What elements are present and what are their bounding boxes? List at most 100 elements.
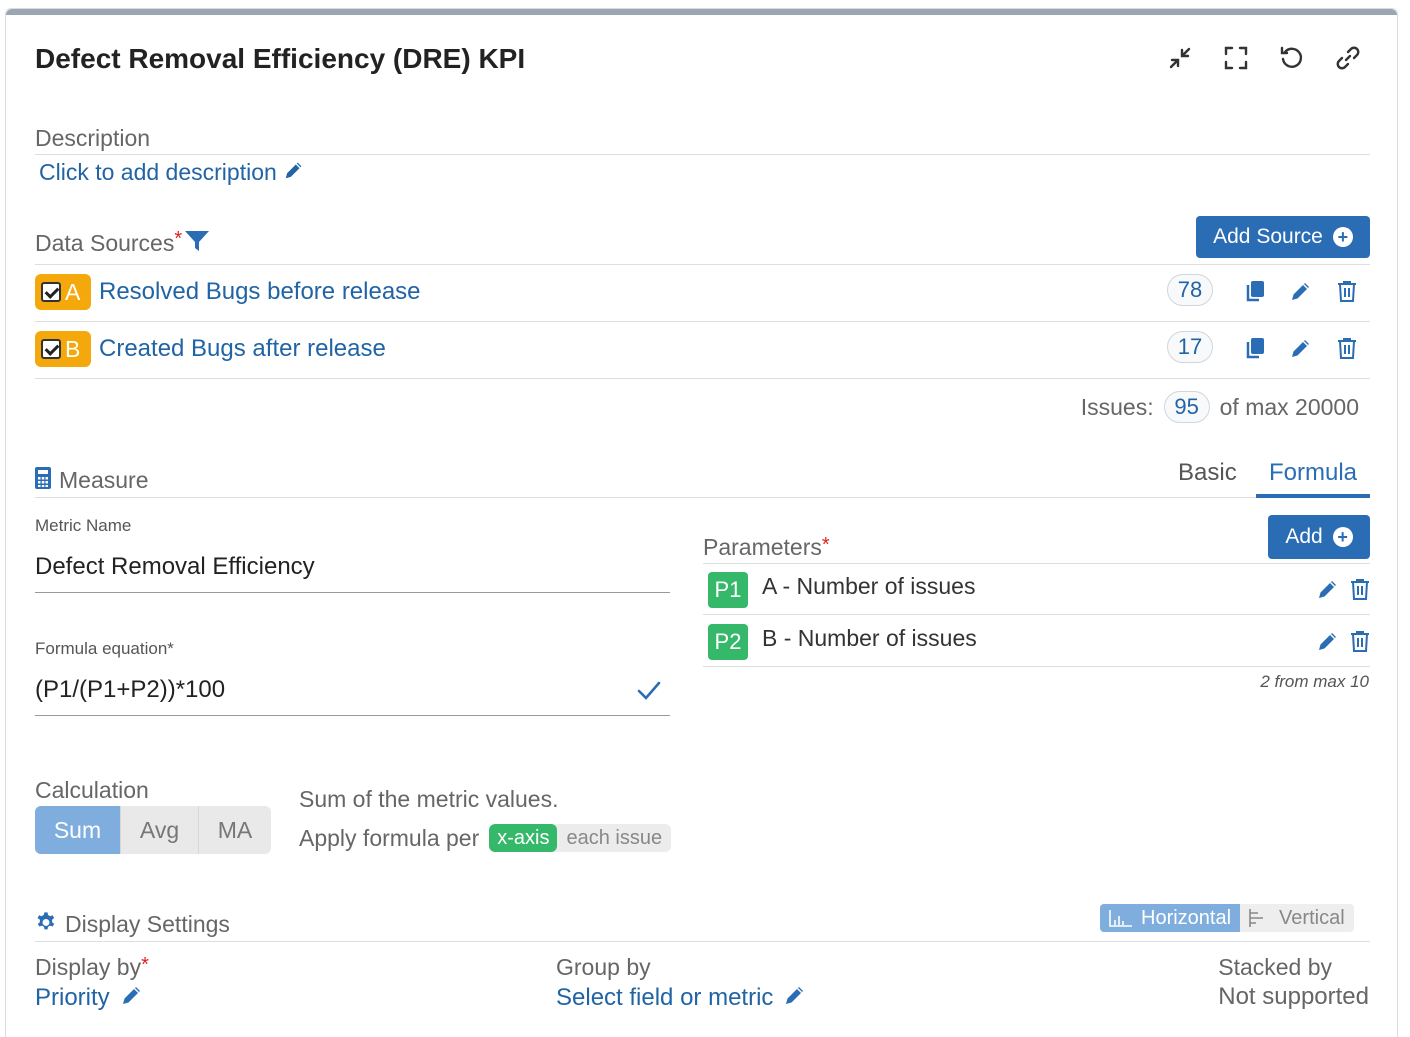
calc-option-ma[interactable]: MA bbox=[199, 806, 271, 854]
formula-input[interactable]: (P1/(P1+P2))*100 bbox=[35, 676, 670, 716]
source-name-link[interactable]: Created Bugs after release bbox=[99, 335, 386, 363]
parameters-divider bbox=[703, 563, 1370, 564]
pencil-icon bbox=[120, 983, 144, 1012]
orientation-toggle: Horizontal Vertical bbox=[1100, 904, 1354, 932]
display-by-label: Display by bbox=[35, 954, 142, 980]
measure-heading: Measure bbox=[35, 467, 148, 494]
display-by-value: Priority bbox=[35, 983, 110, 1011]
orientation-horizontal[interactable]: Horizontal bbox=[1100, 904, 1241, 932]
calc-option-sum[interactable]: Sum bbox=[35, 806, 121, 854]
source-badge[interactable]: A bbox=[35, 274, 91, 310]
source-badge[interactable]: B bbox=[35, 331, 91, 367]
apply-option-x-axis[interactable]: x-axis bbox=[489, 824, 558, 852]
checkbox-icon bbox=[41, 339, 61, 359]
formula-value: (P1/(P1+P2))*100 bbox=[35, 676, 226, 703]
apply-formula-label: Apply formula per bbox=[299, 824, 480, 851]
parameter-badge: P2 bbox=[708, 624, 748, 660]
orientation-horizontal-label: Horizontal bbox=[1141, 906, 1232, 929]
row-divider bbox=[35, 378, 1370, 379]
measure-divider bbox=[35, 497, 1370, 498]
active-tab-indicator bbox=[1256, 494, 1370, 498]
display-by-heading: Display by * bbox=[35, 954, 149, 981]
plus-circle-icon: + bbox=[1332, 527, 1353, 547]
calculator-icon bbox=[35, 467, 51, 494]
calculation-description: Sum of the metric values. bbox=[299, 786, 559, 812]
copy-icon[interactable] bbox=[1243, 336, 1267, 360]
apply-formula-toggle: x-axis each issue bbox=[489, 824, 672, 852]
add-description-text: Click to add description bbox=[39, 159, 277, 185]
stacked-by-value: Not supported bbox=[1218, 983, 1369, 1010]
tab-basic[interactable]: Basic bbox=[1178, 459, 1237, 487]
metric-name-input[interactable]: Defect Removal Efficiency bbox=[35, 553, 670, 593]
reset-icon[interactable] bbox=[1279, 45, 1305, 71]
edit-icon[interactable] bbox=[1289, 279, 1313, 303]
kpi-editor-panel: Defect Removal Efficiency (DRE) KPI Desc… bbox=[5, 8, 1398, 1037]
edit-icon[interactable] bbox=[1316, 577, 1340, 601]
group-by-value: Select field or metric bbox=[556, 983, 774, 1011]
add-parameter-button[interactable]: Add + bbox=[1268, 515, 1370, 559]
required-mark: * bbox=[141, 954, 149, 976]
trash-icon[interactable] bbox=[1335, 279, 1359, 303]
parameter-row: P2 B - Number of issues bbox=[708, 623, 1370, 661]
add-description-link[interactable]: Click to add description bbox=[39, 159, 305, 186]
source-count-badge: 17 bbox=[1167, 331, 1213, 363]
calculation-label: Calculation bbox=[35, 777, 149, 803]
source-letter: A bbox=[65, 278, 81, 305]
parameter-badge: P1 bbox=[708, 572, 748, 608]
trash-icon[interactable] bbox=[1335, 336, 1359, 360]
orientation-vertical-label: Vertical bbox=[1279, 906, 1345, 929]
edit-icon[interactable] bbox=[1289, 336, 1313, 360]
row-divider bbox=[703, 666, 1370, 667]
apply-option-each-issue[interactable]: each issue bbox=[557, 824, 671, 852]
trash-icon[interactable] bbox=[1348, 577, 1372, 601]
group-by-field: Group by Select field or metric bbox=[556, 954, 807, 1012]
orientation-vertical[interactable]: Vertical bbox=[1240, 904, 1354, 932]
parameters-heading: Parameters * bbox=[703, 534, 830, 561]
add-source-label: Add Source bbox=[1213, 225, 1323, 248]
display-settings-label: Display Settings bbox=[65, 911, 230, 937]
checkmark-icon bbox=[636, 678, 662, 707]
gear-icon bbox=[35, 911, 57, 938]
display-divider bbox=[35, 941, 1370, 942]
source-count-badge: 78 bbox=[1167, 274, 1213, 306]
parameters-label: Parameters bbox=[703, 534, 822, 560]
display-by-link[interactable]: Priority bbox=[35, 983, 149, 1012]
copy-icon[interactable] bbox=[1243, 279, 1267, 303]
edit-icon[interactable] bbox=[1316, 629, 1340, 653]
row-divider bbox=[703, 614, 1370, 615]
row-divider bbox=[35, 321, 1370, 322]
apply-formula-row: Apply formula per x-axis each issue bbox=[299, 824, 672, 852]
link-icon[interactable] bbox=[1335, 45, 1361, 71]
issues-summary: Issues: 95 of max 20000 bbox=[1081, 391, 1359, 423]
stacked-by-field: Stacked by Not supported bbox=[1218, 954, 1369, 1011]
required-mark: * bbox=[821, 534, 830, 556]
collapse-arrows-icon[interactable] bbox=[1167, 45, 1193, 71]
stacked-by-label: Stacked by bbox=[1218, 954, 1333, 980]
calc-option-avg[interactable]: Avg bbox=[121, 806, 199, 854]
formula-label: Formula equation* bbox=[35, 639, 174, 658]
group-by-label: Group by bbox=[556, 954, 651, 980]
parameter-row: P1 A - Number of issues bbox=[708, 571, 1370, 609]
measure-label: Measure bbox=[59, 467, 149, 493]
group-by-link[interactable]: Select field or metric bbox=[556, 983, 807, 1012]
plus-circle-icon: + bbox=[1332, 227, 1353, 247]
add-source-button[interactable]: Add Source + bbox=[1196, 216, 1370, 258]
parameter-text: B - Number of issues bbox=[762, 625, 977, 651]
data-source-row: A Resolved Bugs before release 78 bbox=[35, 274, 1370, 310]
tab-formula[interactable]: Formula bbox=[1256, 459, 1370, 487]
checkbox-icon bbox=[41, 282, 61, 302]
parameters-limit: 2 from max 10 bbox=[1260, 672, 1369, 691]
trash-icon[interactable] bbox=[1348, 629, 1372, 653]
source-name-link[interactable]: Resolved Bugs before release bbox=[99, 278, 421, 306]
fullscreen-icon[interactable] bbox=[1223, 45, 1249, 71]
panel-top-bar bbox=[6, 9, 1397, 15]
issues-total-badge: 95 bbox=[1163, 391, 1210, 423]
calculation-toggle: Sum Avg MA bbox=[35, 806, 271, 854]
parameter-text: A - Number of issues bbox=[762, 573, 976, 599]
required-mark: * bbox=[174, 228, 183, 250]
pencil-icon bbox=[283, 159, 305, 186]
description-divider bbox=[35, 154, 1370, 155]
issues-label: Issues: bbox=[1080, 393, 1154, 420]
metric-name-label: Metric Name bbox=[35, 516, 132, 535]
filter-icon[interactable] bbox=[184, 229, 210, 258]
